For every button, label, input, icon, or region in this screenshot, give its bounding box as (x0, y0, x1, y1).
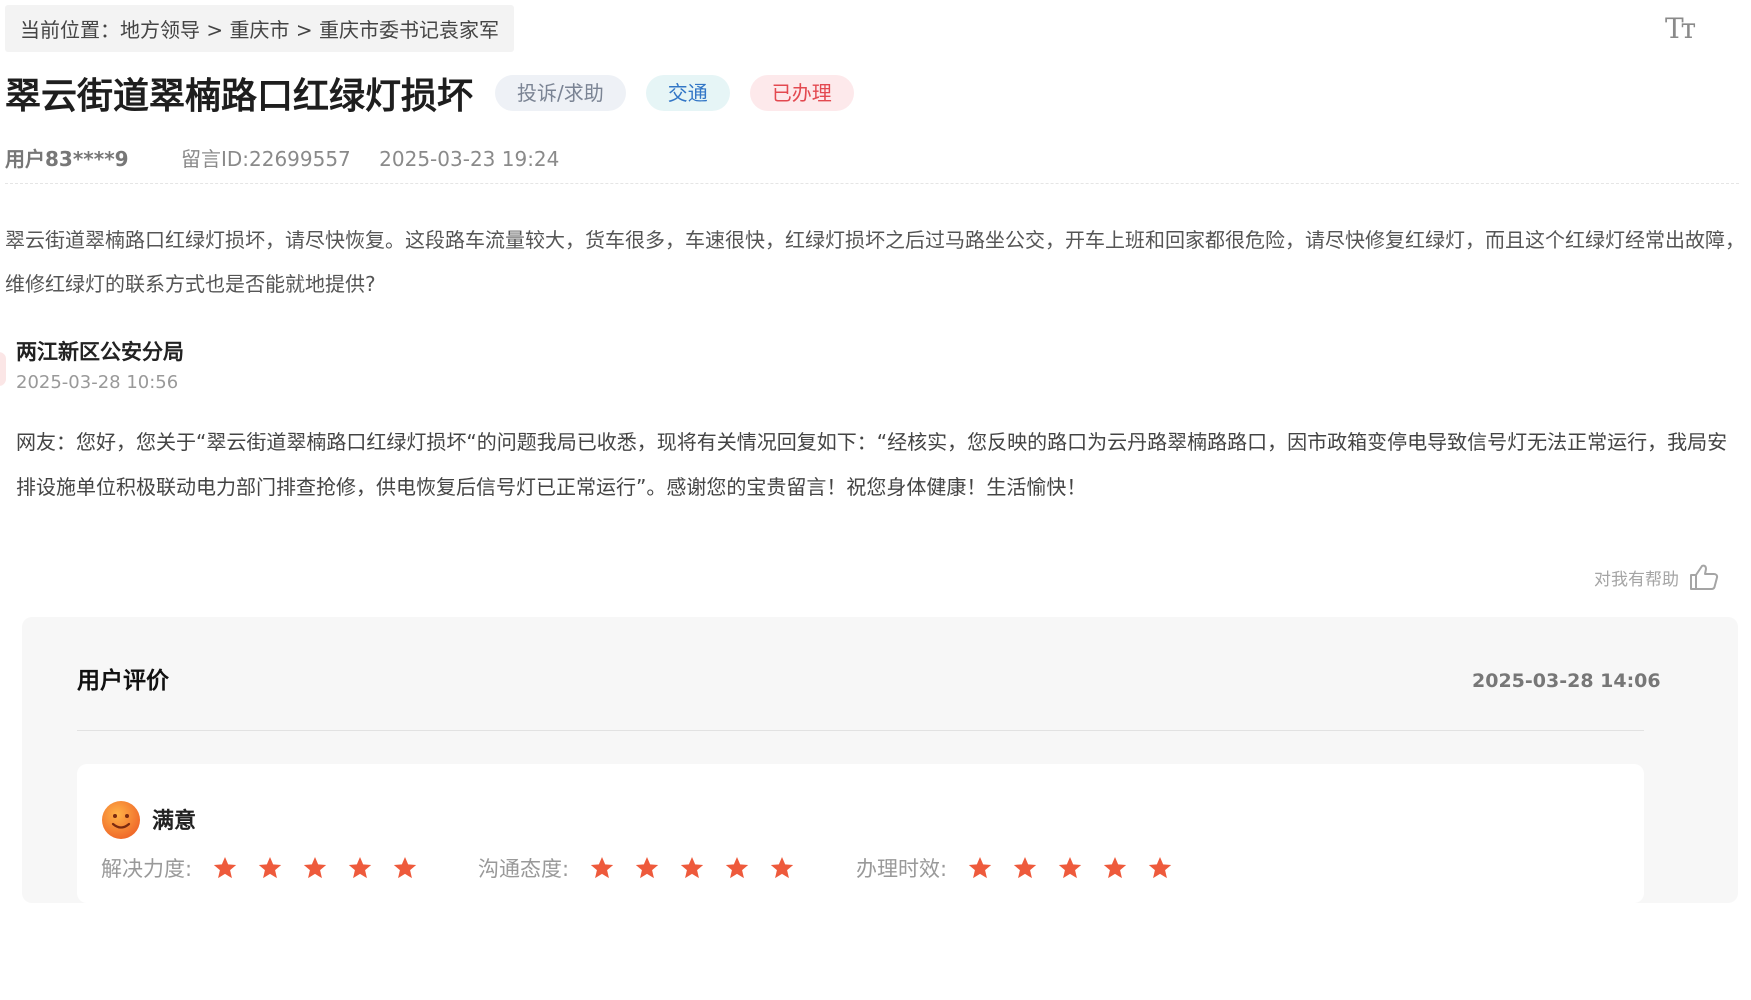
rating-timeliness: 办理时效: (856, 853, 1173, 883)
star-icon (213, 856, 237, 879)
satisfaction-label: 满意 (152, 809, 197, 834)
helpful-label: 对我有帮助 (1594, 569, 1679, 590)
breadcrumb: 当前位置：地方领导 > 重庆市 > 重庆市委书记袁家军 (5, 5, 514, 52)
status-badge: 已办理 (749, 75, 854, 111)
smiley-face-icon (102, 801, 140, 839)
star-icon (258, 856, 282, 879)
page: 当前位置：地方领导 > 重庆市 > 重庆市委书记袁家军 Tт 翠云街道翠楠路口红… (0, 0, 1751, 1000)
reply-marker (0, 352, 6, 386)
star-icon (725, 856, 749, 879)
thumbs-up-icon (1690, 564, 1719, 590)
rating-label: 办理时效: (856, 857, 948, 881)
title-row: 翠云街道翠楠路口红绿灯损坏 投诉/求助 交通 已办理 (5, 66, 854, 120)
post-meta: 用户83****9 留言ID:22699557 2025-03-23 19:24 (5, 143, 559, 172)
star-icon (635, 856, 659, 879)
star-icon (348, 856, 372, 879)
star-icon (1013, 856, 1037, 879)
star-icon (393, 856, 417, 879)
star-icon (303, 856, 327, 879)
star-icon (1103, 856, 1127, 879)
reply-content: 网友：您好，您关于“翠云街道翠楠路口红绿灯损坏“的问题我局已收悉，现将有关情况回… (16, 430, 1728, 499)
star-rating (212, 855, 418, 881)
divider (77, 730, 1644, 731)
star-icon (590, 856, 614, 879)
rating-communication: 沟通态度: (478, 853, 795, 883)
helpful-button[interactable]: 对我有帮助 (1594, 563, 1719, 591)
rating-label: 解决力度: (101, 857, 193, 881)
star-icon (968, 856, 992, 879)
star-rating (967, 855, 1173, 881)
text-size-icon[interactable]: Tт (1665, 12, 1696, 45)
tag-topic: 交通 (645, 75, 730, 111)
message-id: 留言ID:22699557 (180, 147, 351, 171)
divider (5, 183, 1739, 184)
post-user: 用户83****9 (5, 147, 129, 171)
star-icon (1058, 856, 1082, 879)
post-datetime: 2025-03-23 19:24 (379, 147, 560, 171)
star-icon (680, 856, 704, 879)
star-icon (1148, 856, 1172, 879)
post-content: 翠云街道翠楠路口红绿灯损坏，请尽快恢复。这段路车流量较大，货车很多，车速很快，红… (5, 228, 1745, 296)
rating-resolution: 解决力度: (101, 853, 418, 883)
reply-org: 两江新区公安分局 (16, 340, 184, 364)
star-icon (770, 856, 794, 879)
tag-type: 投诉/求助 (495, 75, 626, 111)
evaluation-datetime: 2025-03-28 14:06 (1472, 670, 1661, 692)
page-title: 翠云街道翠楠路口红绿灯损坏 (5, 76, 474, 117)
reply-datetime: 2025-03-28 10:56 (16, 372, 179, 393)
evaluation-title: 用户评价 (77, 668, 169, 694)
rating-label: 沟通态度: (478, 857, 570, 881)
star-rating (589, 855, 795, 881)
